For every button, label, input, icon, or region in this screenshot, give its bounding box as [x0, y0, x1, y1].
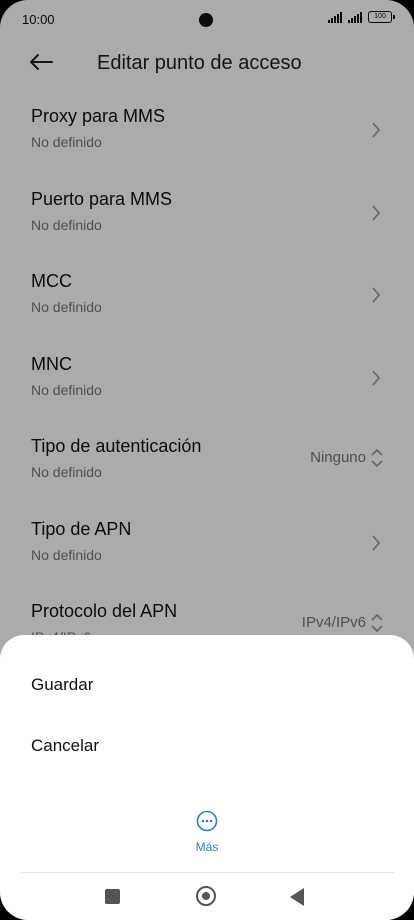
nav-back-icon[interactable] [290, 888, 304, 906]
more-icon [196, 810, 218, 832]
navigation-bar [0, 875, 414, 920]
more-button[interactable]: Más [180, 810, 234, 860]
save-button[interactable]: Guardar [31, 675, 93, 695]
cancel-button[interactable]: Cancelar [31, 736, 99, 756]
home-icon[interactable] [196, 886, 216, 906]
more-label: Más [195, 840, 219, 854]
bottom-sheet: Guardar Cancelar Más [0, 635, 414, 920]
recent-apps-icon[interactable] [105, 889, 120, 904]
screen: 10:00 100 Editar punto de acceso Proxy p… [0, 0, 414, 920]
divider [20, 872, 394, 873]
